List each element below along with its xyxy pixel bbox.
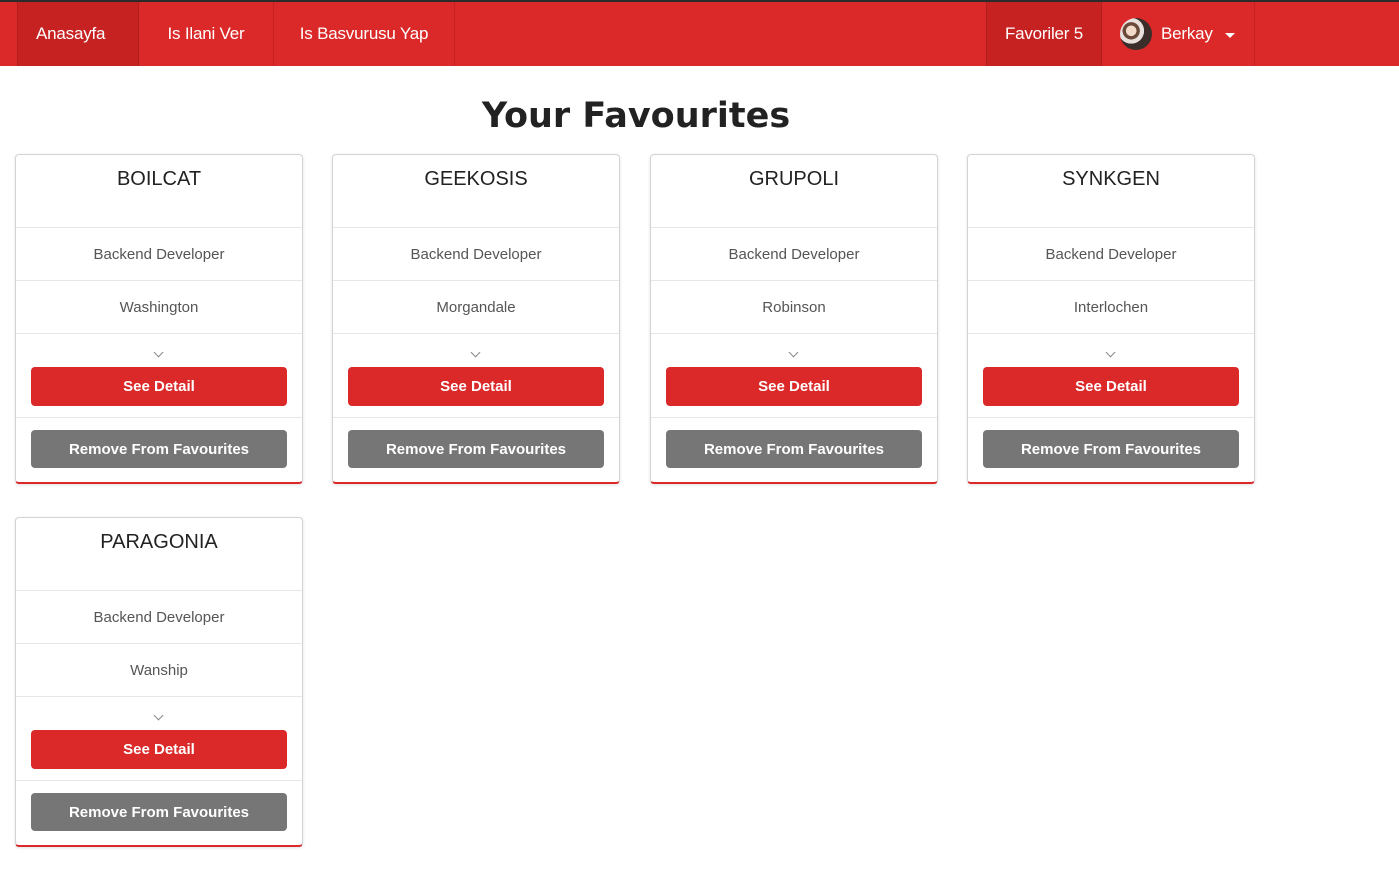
chevron-down-icon[interactable] [470,347,481,358]
job-position: Backend Developer [333,228,619,281]
see-detail-button[interactable]: See Detail [348,367,604,406]
job-position: Backend Developer [968,228,1254,281]
card-remove-section: Remove From Favourites [16,418,302,484]
company-name: GEEKOSIS [333,155,619,228]
remove-favourite-button[interactable]: Remove From Favourites [983,430,1239,468]
remove-favourite-button[interactable]: Remove From Favourites [348,430,604,468]
chevron-down-icon[interactable] [1105,347,1116,358]
chevron-down-icon[interactable] [788,347,799,358]
job-city: Robinson [651,281,937,334]
page-title: Your Favourites [481,96,791,136]
favourite-card: PARAGONIA Backend Developer Wanship See … [15,517,303,847]
caret-down-icon [1224,33,1235,38]
see-detail-button[interactable]: See Detail [983,367,1239,406]
card-remove-section: Remove From Favourites [651,418,937,484]
favourite-card: BOILCAT Backend Developer Washington See… [15,154,303,484]
nav-apply-job[interactable]: Is Basvurusu Yap [274,2,455,66]
remove-favourite-button[interactable]: Remove From Favourites [31,430,287,468]
chevron-down-icon[interactable] [153,347,164,358]
card-actions: See Detail [16,697,302,781]
job-city: Morgandale [333,281,619,334]
see-detail-button[interactable]: See Detail [31,367,287,406]
nav-home[interactable]: Anasayfa [17,2,139,66]
favourite-card: GEEKOSIS Backend Developer Morgandale Se… [332,154,620,484]
favourite-card: SYNKGEN Backend Developer Interlochen Se… [967,154,1255,484]
user-menu[interactable]: Berkay [1102,2,1255,66]
company-name: PARAGONIA [16,518,302,591]
job-position: Backend Developer [16,228,302,281]
chevron-down-icon[interactable] [153,710,164,721]
card-actions: See Detail [651,334,937,418]
user-name: Berkay [1161,24,1213,43]
job-position: Backend Developer [651,228,937,281]
card-remove-section: Remove From Favourites [16,781,302,847]
see-detail-button[interactable]: See Detail [31,730,287,769]
company-name: GRUPOLI [651,155,937,228]
job-city: Wanship [16,644,302,697]
card-actions: See Detail [16,334,302,418]
company-name: SYNKGEN [968,155,1254,228]
top-navbar: Anasayfa Is Ilani Ver Is Basvurusu Yap F… [0,2,1399,66]
card-actions: See Detail [968,334,1254,418]
see-detail-button[interactable]: See Detail [666,367,922,406]
card-remove-section: Remove From Favourites [968,418,1254,484]
company-name: BOILCAT [16,155,302,228]
job-city: Interlochen [968,281,1254,334]
job-position: Backend Developer [16,591,302,644]
avatar [1120,18,1152,50]
card-remove-section: Remove From Favourites [333,418,619,484]
remove-favourite-button[interactable]: Remove From Favourites [666,430,922,468]
job-city: Washington [16,281,302,334]
nav-favourites[interactable]: Favoriler 5 [986,2,1102,66]
nav-post-job[interactable]: Is Ilani Ver [139,2,274,66]
card-actions: See Detail [333,334,619,418]
remove-favourite-button[interactable]: Remove From Favourites [31,793,287,831]
favourite-card: GRUPOLI Backend Developer Robinson See D… [650,154,938,484]
